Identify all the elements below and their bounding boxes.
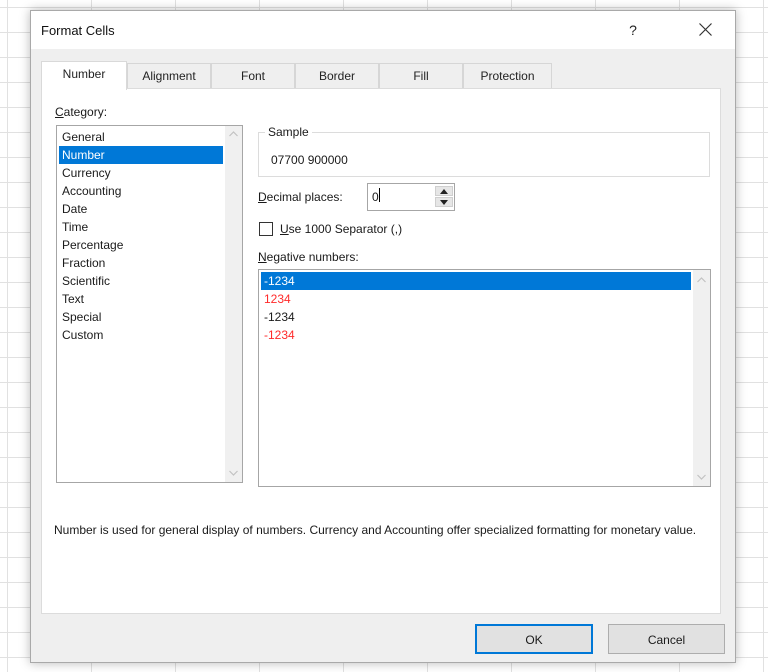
category-item-time[interactable]: Time [59,218,223,236]
category-item-fraction[interactable]: Fraction [59,254,223,272]
category-item-custom[interactable]: Custom [59,326,223,344]
number-tab-panel: Category: General Number Currency Accoun… [41,88,721,614]
sample-value: 07700 900000 [271,153,348,167]
category-item-special[interactable]: Special [59,308,223,326]
category-item-accounting[interactable]: Accounting [59,182,223,200]
negative-format-item[interactable]: -1234 [261,272,691,290]
category-list-items: General Number Currency Accounting Date … [59,128,223,344]
decimal-places-label: Decimal places: [258,190,343,204]
sample-label: Sample [265,125,312,139]
use-1000-separator-label[interactable]: Use 1000 Separator (,) [280,222,402,236]
title-bar: Format Cells ? [31,11,735,49]
negative-scroll-up[interactable] [693,272,710,289]
category-item-date[interactable]: Date [59,200,223,218]
chevron-down-icon [697,474,706,480]
category-description: Number is used for general display of nu… [54,523,697,537]
category-scroll-up[interactable] [225,126,242,143]
text-caret [379,188,380,202]
sample-groupbox: Sample 07700 900000 [258,125,710,177]
help-icon: ? [629,22,637,38]
negative-numbers-items: -1234 1234 -1234 -1234 [261,272,691,344]
chevron-down-icon [229,470,238,476]
help-button[interactable]: ? [621,19,645,41]
tab-bar: Number Alignment Font Border Fill Protec… [41,61,731,90]
tab-fill[interactable]: Fill [379,63,463,89]
negative-numbers-listbox[interactable]: -1234 1234 -1234 -1234 [258,269,711,487]
tab-font[interactable]: Font [211,63,295,89]
dialog-title: Format Cells [41,23,115,38]
spin-up-button[interactable] [435,186,453,196]
category-item-percentage[interactable]: Percentage [59,236,223,254]
tab-alignment[interactable]: Alignment [127,63,211,89]
format-cells-dialog: Format Cells ? Number Alignment Font Bor… [30,10,736,663]
use-1000-separator-checkbox[interactable] [259,222,273,236]
spin-down-button[interactable] [435,197,453,207]
decimal-places-spinner[interactable]: 0 [367,183,455,211]
ok-button[interactable]: OK [475,624,593,654]
close-icon [699,23,712,36]
tab-number[interactable]: Number [41,61,127,90]
category-item-number[interactable]: Number [59,146,223,164]
chevron-up-icon [697,277,706,283]
negative-format-item[interactable]: -1234 [261,326,691,344]
decimal-places-input[interactable]: 0 [372,190,379,204]
triangle-down-icon [440,200,448,205]
negative-numbers-label: Negative numbers: [258,250,359,264]
tab-border[interactable]: Border [295,63,379,89]
chevron-up-icon [229,131,238,137]
category-item-scientific[interactable]: Scientific [59,272,223,290]
negative-numbers-scrollbar[interactable] [693,270,710,486]
close-button[interactable] [691,17,721,43]
category-listbox[interactable]: General Number Currency Accounting Date … [56,125,243,483]
triangle-up-icon [440,189,448,194]
category-item-currency[interactable]: Currency [59,164,223,182]
category-scrollbar[interactable] [225,126,242,482]
category-label: Category: [55,105,108,119]
category-item-general[interactable]: General [59,128,223,146]
tab-protection[interactable]: Protection [463,63,552,89]
negative-format-item[interactable]: -1234 [261,308,691,326]
negative-format-item[interactable]: 1234 [261,290,691,308]
cancel-button[interactable]: Cancel [608,624,725,654]
spinner-buttons [435,185,453,209]
category-item-text[interactable]: Text [59,290,223,308]
category-scroll-down[interactable] [225,465,242,482]
negative-scroll-down[interactable] [693,469,710,486]
